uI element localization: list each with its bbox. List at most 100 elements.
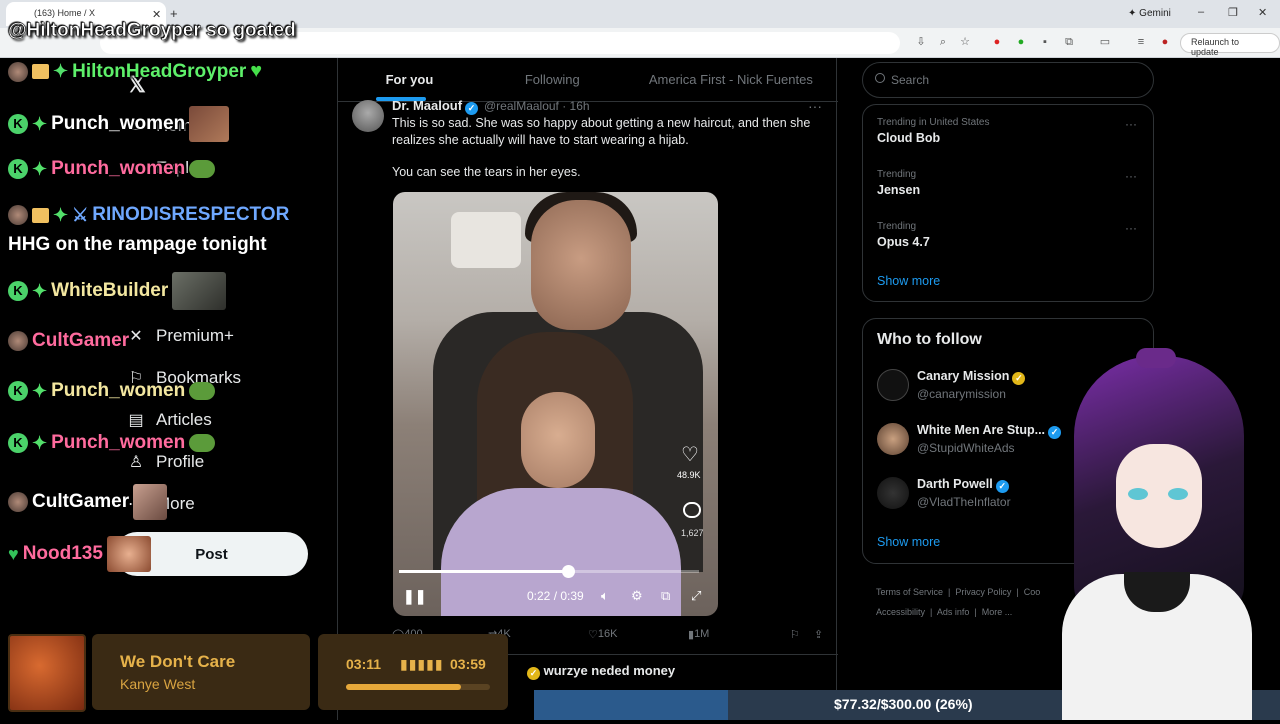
pause-icon[interactable]: ❚❚ xyxy=(403,588,426,605)
gemini-button[interactable]: ✦ Gemini xyxy=(1128,8,1171,19)
new-tab-icon[interactable]: + xyxy=(170,6,178,21)
nav-articles[interactable]: ▤ Articles xyxy=(126,410,211,430)
profile-icon: ♙ xyxy=(128,454,144,471)
equalizer-icon: ▮▮▮▮▮ xyxy=(400,656,444,672)
chat-message: ♥ Nood135 xyxy=(8,536,151,572)
post-author-handle: @realMaalouf · 16h xyxy=(484,99,590,113)
extensions-puzzle-icon[interactable]: ⧉ xyxy=(1062,35,1076,49)
zoom-icon[interactable]: ⌕ xyxy=(936,35,950,49)
video-time: 0:22 / 0:39 xyxy=(527,589,584,603)
now-playing-time-panel: 03:11 ▮▮▮▮▮ 03:59 xyxy=(318,634,508,710)
footer-link[interactable]: More ... xyxy=(982,607,1013,617)
total-time: 03:59 xyxy=(450,656,486,672)
sidepanel-icon[interactable]: ▭ xyxy=(1098,35,1112,49)
fullscreen-icon[interactable]: ⤢ xyxy=(691,588,701,604)
sparkle-badge-icon: ✦ xyxy=(53,204,69,225)
chat-username: Punch_women xyxy=(51,158,186,179)
more-options-icon[interactable]: ··· xyxy=(1125,169,1137,183)
footer-links: Terms of Service | Privacy Policy | Coo … xyxy=(876,587,1041,617)
frog-emote-icon xyxy=(189,382,216,400)
bookmark-icon[interactable]: ⚐ xyxy=(790,628,800,641)
search-input[interactable]: Search xyxy=(862,62,1154,98)
install-icon[interactable]: ⇩ xyxy=(914,35,928,49)
avatar xyxy=(8,205,28,225)
like-button[interactable]: ♡ 16K xyxy=(588,628,617,641)
follow-suggestion-name[interactable]: White Men Are Stup... ✓ xyxy=(917,423,1062,439)
chat-message: ✦ HiltonHeadGroyper ♥ xyxy=(8,60,262,83)
settings-gear-icon[interactable]: ⚙ xyxy=(631,588,643,604)
share-icon[interactable]: ⇪ xyxy=(814,628,823,641)
chat-username: Punch_women xyxy=(51,380,186,401)
verified-badge-icon: ✓ xyxy=(1012,372,1026,385)
footer-link[interactable]: Accessibility xyxy=(876,607,925,617)
extension-icon[interactable]: ● xyxy=(1014,35,1028,49)
minimize-icon[interactable]: – xyxy=(1198,6,1204,18)
heart-icon[interactable]: ♡ xyxy=(681,442,699,467)
follow-suggestion-name[interactable]: Canary Mission ✓ xyxy=(917,369,1026,385)
nav-profile[interactable]: ♙ Profile xyxy=(126,452,204,472)
comment-icon[interactable] xyxy=(683,502,701,518)
tab-title: (163) Home / X xyxy=(34,8,96,18)
chat-username: CultGamer xyxy=(32,491,130,512)
show-more-link[interactable]: Show more xyxy=(877,535,940,549)
chat-message-text: HHG on the rampage tonight xyxy=(8,234,267,255)
more-options-icon[interactable]: ··· xyxy=(1125,117,1137,131)
follow-suggestion-name[interactable]: Darth Powell ✓ xyxy=(917,477,1009,493)
vtuber-bow xyxy=(1136,348,1176,368)
footer-link[interactable]: Coo xyxy=(1024,587,1041,597)
avatar[interactable] xyxy=(877,477,909,509)
reading-list-icon[interactable]: ≡ xyxy=(1134,35,1148,49)
k-badge-icon: K xyxy=(8,114,28,134)
gift-badge-icon xyxy=(32,207,49,223)
search-icon xyxy=(875,73,885,83)
verified-badge-icon: ✓ xyxy=(465,102,479,115)
trend-item[interactable]: Cloud Bob xyxy=(877,131,940,145)
video-player[interactable]: ♡ 48.9K 1,627 ❚❚ 0:22 / 0:39 🔈︎ ⚙ ⧉ ⤢ xyxy=(393,192,718,616)
nav-premium[interactable]: ✕ Premium+ xyxy=(126,326,234,346)
avatar[interactable] xyxy=(877,423,909,455)
show-more-link[interactable]: Show more xyxy=(877,274,940,288)
avatar[interactable] xyxy=(877,369,909,401)
verified-badge-icon: ✓ xyxy=(527,667,540,680)
footer-link[interactable]: Terms of Service xyxy=(876,587,943,597)
sword-badge-icon: ⚔ xyxy=(72,204,89,225)
extension-icon[interactable]: ● xyxy=(990,35,1004,49)
close-window-icon[interactable]: ✕ xyxy=(1258,6,1267,19)
trend-item[interactable]: Jensen xyxy=(877,183,920,197)
post-author-avatar[interactable] xyxy=(352,100,384,132)
bookmark-star-icon[interactable]: ☆ xyxy=(958,35,972,49)
more-options-icon[interactable]: ··· xyxy=(808,98,822,114)
gift-badge-icon xyxy=(32,64,49,79)
chat-message: K ✦ WhiteBuilder xyxy=(8,272,227,310)
maximize-icon[interactable]: ❐ xyxy=(1228,6,1238,19)
tab-following[interactable]: Following xyxy=(481,58,624,101)
chat-message: HHG on the rampage tonight xyxy=(8,234,267,256)
song-artist: Kanye West xyxy=(120,676,196,692)
now-playing-panel: We Don't Care Kanye West xyxy=(92,634,310,710)
views-button[interactable]: ▮ 1M xyxy=(688,628,709,641)
volume-icon[interactable]: 🔈︎ xyxy=(601,588,609,604)
who-to-follow-title: Who to follow xyxy=(877,331,982,348)
next-post-author: ✓ wurzye neded money xyxy=(524,663,675,680)
tab-list[interactable]: America First - Nick Fuentes xyxy=(624,58,838,101)
vtuber-eye xyxy=(1128,488,1148,500)
more-options-icon[interactable]: ··· xyxy=(1125,221,1137,235)
chat-username: RINODISRESPECTOR xyxy=(92,204,290,225)
relaunch-button[interactable]: Relaunch to update xyxy=(1180,33,1280,57)
footer-link[interactable]: Privacy Policy xyxy=(955,587,1011,597)
video-background-plaque xyxy=(451,212,521,268)
footer-link[interactable]: Ads info xyxy=(937,607,970,617)
chat-message: ✦ ⚔ RINODISRESPECTOR xyxy=(8,204,289,226)
extension-icon[interactable]: ▪ xyxy=(1038,35,1052,49)
post-author-name[interactable]: Dr. Maalouf ✓ xyxy=(392,98,479,115)
pip-icon[interactable]: ⧉ xyxy=(661,588,670,604)
follow-suggestion-handle: @canarymission xyxy=(917,387,1006,401)
trend-item[interactable]: Opus 4.7 xyxy=(877,235,930,249)
chat-username: Punch_women xyxy=(51,432,186,453)
tab-for-you[interactable]: For you xyxy=(338,58,481,101)
video-progress-fill xyxy=(399,570,569,573)
sparkle-badge-icon: ✦ xyxy=(32,158,48,179)
profile-avatar-icon[interactable]: ● xyxy=(1158,35,1172,49)
follow-suggestion-handle: @StupidWhiteAds xyxy=(917,441,1015,455)
video-progress-bar[interactable] xyxy=(399,565,699,578)
